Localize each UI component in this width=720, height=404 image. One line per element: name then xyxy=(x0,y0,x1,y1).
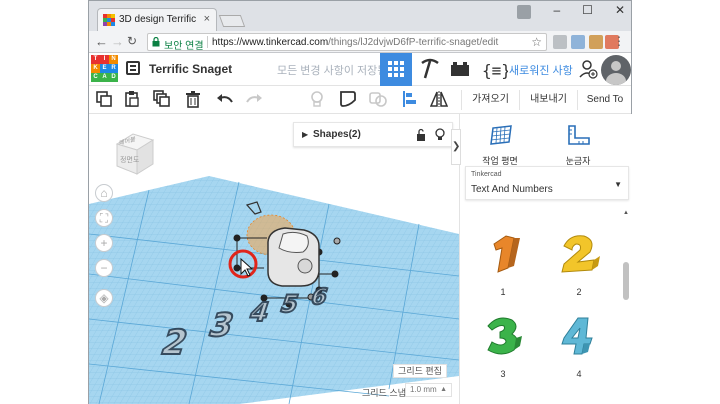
ruler-icon xyxy=(568,125,590,145)
svg-text:{≡}: {≡} xyxy=(482,61,508,80)
lock-icon xyxy=(152,37,160,47)
snap-grid-select[interactable]: 1.0 mm ▲ xyxy=(405,383,452,397)
workplane-icon xyxy=(490,125,512,145)
shape-tile-1[interactable]: 1 xyxy=(468,230,538,297)
mirror-icon[interactable] xyxy=(430,90,448,108)
group-icon[interactable] xyxy=(369,90,387,108)
browser-window: 3D design Terrific Snage × – ☐ ✕ ← → ↻ 보… xyxy=(88,0,632,404)
shape-tile-label: 3 xyxy=(500,369,506,379)
duplicate-icon[interactable] xyxy=(153,90,171,108)
edit-grid-button[interactable]: 그리드 편집 xyxy=(393,364,447,378)
edit-toolbar: 가져오기 내보내기 Send To xyxy=(89,86,631,114)
forward-arrow-icon[interactable]: → xyxy=(111,34,124,49)
add-user-icon[interactable] xyxy=(578,58,598,80)
3d-view-button[interactable] xyxy=(380,53,412,86)
shape-grid: 1 2 3 4 xyxy=(460,210,620,404)
number-1-thumbnail xyxy=(493,235,520,273)
shapes-library-panel: 작업 평면 눈금자 Tinkercad Text And Numbers ▼ 1 xyxy=(459,114,632,404)
whats-new-link[interactable]: 새로워진 사항 xyxy=(509,62,573,78)
snap-grid-label: 그리드 스냅 xyxy=(362,388,406,398)
address-bar: ← → ↻ 보안 연결 https://www.tinkercad.com/th… xyxy=(89,31,631,53)
scroll-up-icon[interactable]: ▲ xyxy=(623,210,629,216)
extension-icon[interactable] xyxy=(553,35,567,49)
paste-icon[interactable] xyxy=(123,90,141,108)
number-4-thumbnail xyxy=(561,317,593,355)
svg-text:6: 6 xyxy=(307,285,331,310)
maximize-button[interactable]: ☐ xyxy=(582,3,593,17)
workplane-canvas[interactable]: 페어블 정면도 ⌂ ⛶ + − ◈ ▶ Shapes(2) 2 3 4 5 6 … xyxy=(89,114,459,404)
scrollbar-thumb[interactable] xyxy=(623,262,629,300)
rounded-cube-shape[interactable] xyxy=(267,227,320,287)
undo-icon[interactable] xyxy=(216,90,234,108)
security-label: 보안 연결 xyxy=(164,41,204,52)
bricks-view-button[interactable] xyxy=(414,53,446,86)
export-button[interactable]: 내보내기 xyxy=(519,90,577,110)
close-window-button[interactable]: ✕ xyxy=(615,3,625,17)
collapse-panel-button[interactable]: ❯ xyxy=(451,129,461,165)
number-shape-1[interactable] xyxy=(245,201,262,215)
svg-text:3: 3 xyxy=(204,307,238,344)
shape-tile-2[interactable]: 2 xyxy=(544,230,614,297)
browser-tab[interactable]: 3D design Terrific Snage × xyxy=(97,8,217,31)
codeblocks-button[interactable]: {≡} xyxy=(476,53,511,86)
shape-category-select[interactable]: Tinkercad Text And Numbers ▼ xyxy=(465,166,629,200)
tinkercad-favicon-icon xyxy=(103,14,115,26)
brick-icon xyxy=(451,62,469,76)
extension-icon[interactable] xyxy=(571,35,585,49)
number-shapes-row[interactable]: 2 3 4 5 6 xyxy=(155,284,332,364)
shape-tile-label: 2 xyxy=(576,287,582,297)
avatar[interactable] xyxy=(601,55,631,85)
tinkercad-logo[interactable]: TIN KER CAD xyxy=(91,55,118,82)
number-3-thumbnail xyxy=(487,317,522,355)
shape-icon[interactable] xyxy=(339,90,357,108)
reload-icon[interactable]: ↻ xyxy=(127,34,137,48)
bookmark-star-icon[interactable]: ☆ xyxy=(531,35,542,49)
pickaxe-icon xyxy=(421,58,439,79)
copy-icon[interactable] xyxy=(95,90,113,108)
shape-tile-4[interactable]: 4 xyxy=(544,312,614,379)
dropdown-arrow-icon: ▼ xyxy=(614,180,622,189)
number-2-thumbnail xyxy=(561,235,600,273)
svg-text:5: 5 xyxy=(277,290,303,318)
minimize-button[interactable]: – xyxy=(553,3,560,17)
svg-text:2: 2 xyxy=(156,324,192,363)
shape-tile-label: 1 xyxy=(500,287,506,297)
redo-icon[interactable] xyxy=(245,90,263,108)
scene-objects[interactable]: 2 3 4 5 6 xyxy=(89,114,459,404)
profile-icon[interactable] xyxy=(517,5,531,19)
category-source: Tinkercad xyxy=(471,171,502,178)
svg-text:4: 4 xyxy=(246,298,274,328)
code-braces-icon: {≡} xyxy=(482,61,511,80)
send-to-button[interactable]: Send To xyxy=(577,90,632,110)
url-field[interactable]: 보안 연결 https://www.tinkercad.com/things/l… xyxy=(147,33,547,52)
shape-tile-3[interactable]: 3 xyxy=(468,312,538,379)
light-bulb-icon[interactable] xyxy=(308,90,326,108)
design-list-icon[interactable] xyxy=(126,61,140,75)
project-name[interactable]: Terrific Snaget xyxy=(149,62,232,76)
blocks-view-button[interactable] xyxy=(444,53,476,86)
new-tab-button[interactable] xyxy=(218,15,246,27)
import-button[interactable]: 가져오기 xyxy=(461,90,519,110)
url-text: https://www.tinkercad.com/things/lJ2dvjw… xyxy=(212,37,499,48)
title-bar: 3D design Terrific Snage × – ☐ ✕ xyxy=(89,1,631,31)
extension-icon[interactable] xyxy=(589,35,603,49)
ruler-tool[interactable]: 눈금자 xyxy=(548,124,608,167)
grid-view-icon xyxy=(388,61,404,77)
library-scrollbar[interactable]: ▲ xyxy=(623,210,629,394)
trash-icon[interactable] xyxy=(184,90,202,108)
workplane-tool[interactable]: 작업 평면 xyxy=(470,124,530,167)
align-icon[interactable] xyxy=(401,90,419,108)
tab-title: 3D design Terrific Snage xyxy=(119,14,199,25)
category-name: Text And Numbers xyxy=(471,184,553,195)
app-header: TIN KER CAD Terrific Snaget 모든 변경 사항이 저장… xyxy=(89,53,631,86)
save-status: 모든 변경 사항이 저장됨 xyxy=(277,65,388,77)
shape-tile-label: 4 xyxy=(576,369,582,379)
tab-close-icon[interactable]: × xyxy=(204,13,210,25)
browser-menu-icon[interactable]: ⋮ xyxy=(613,34,625,48)
back-arrow-icon[interactable]: ← xyxy=(95,34,108,49)
